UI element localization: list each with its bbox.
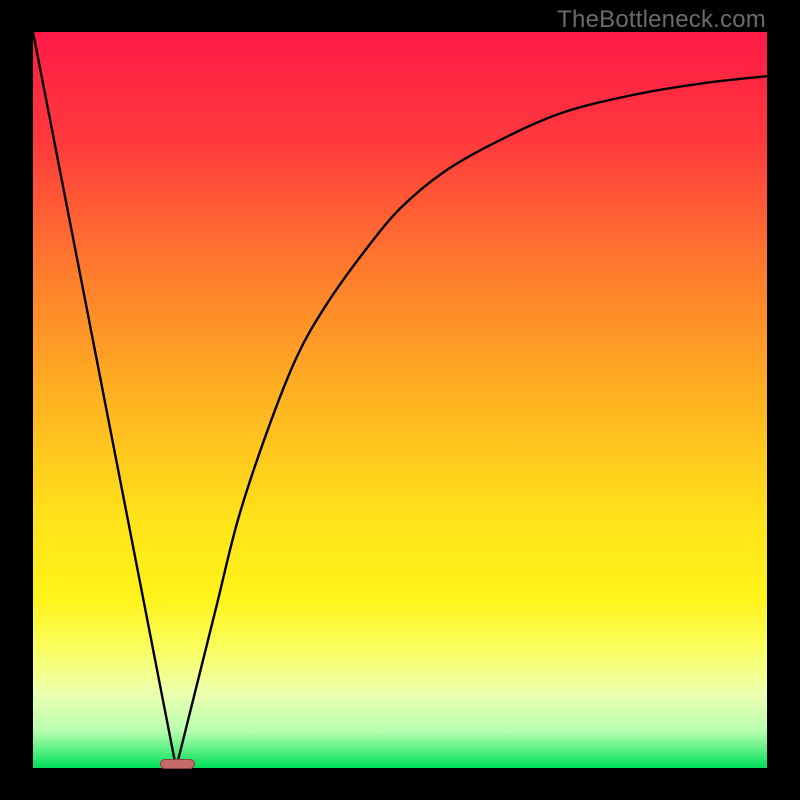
bottleneck-indicator (160, 759, 195, 769)
bottleneck-curve (33, 32, 767, 768)
chart-frame: TheBottleneck.com (0, 0, 800, 800)
curve-overlay (33, 32, 767, 768)
watermark-text: TheBottleneck.com (557, 6, 766, 34)
